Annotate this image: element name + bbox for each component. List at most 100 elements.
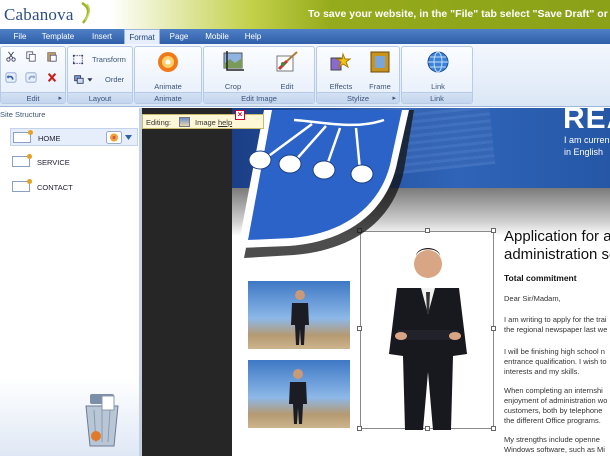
letter-line: entrance qualification. I wish to xyxy=(504,357,607,366)
effects-button[interactable]: Effects xyxy=(320,50,362,92)
photo-standing-man-1[interactable] xyxy=(248,281,350,349)
tab-insert[interactable]: Insert xyxy=(84,29,120,44)
tab-template[interactable]: Template xyxy=(38,29,78,44)
letter-line: enjoyment of administration wo xyxy=(504,396,608,405)
editing-indicator: Editing: Image help xyxy=(142,114,264,129)
edit-group: Edit ▸ xyxy=(0,46,66,104)
frame-button[interactable]: Frame xyxy=(359,50,401,92)
page-label: HOME xyxy=(38,134,61,143)
page-icon xyxy=(12,179,32,192)
edit-group-launcher-icon[interactable]: ▸ xyxy=(58,94,62,102)
resize-handle[interactable] xyxy=(425,426,430,431)
undo-icon[interactable] xyxy=(4,71,18,84)
copy-icon[interactable] xyxy=(24,50,38,63)
photo-standing-man-2[interactable] xyxy=(248,360,350,428)
order-label[interactable]: Order xyxy=(105,75,124,84)
link-group: Link Link xyxy=(401,46,473,104)
header-text-line: I am curren xyxy=(564,135,610,145)
resize-handle[interactable] xyxy=(425,228,430,233)
letter-line: the regional newspaper last we xyxy=(504,325,608,334)
animate-icon xyxy=(158,52,178,72)
logo-swirl-icon xyxy=(81,1,91,24)
page-icon xyxy=(12,154,32,167)
effects-icon xyxy=(330,52,352,71)
tab-help[interactable]: Help xyxy=(240,29,266,44)
tab-file[interactable]: File xyxy=(8,29,32,44)
letter-line: I am writing to apply for the trai xyxy=(504,315,607,324)
tab-mobile[interactable]: Mobile xyxy=(200,29,234,44)
edit-image-button[interactable]: Edit xyxy=(266,50,308,92)
animate-label: Animate xyxy=(154,82,182,91)
link-button[interactable]: Link xyxy=(417,50,459,92)
resize-handle[interactable] xyxy=(357,326,362,331)
page-item-home[interactable]: HOME xyxy=(10,128,138,146)
site-structure-panel: Site Structure HOME SERVICE CONTACT xyxy=(0,108,140,456)
save-hint-message: To save your website, in the "File" tab … xyxy=(308,8,610,20)
page-label: SERVICE xyxy=(37,158,70,167)
animate-group: Animate Animate xyxy=(134,46,202,104)
editing-image-label: Image xyxy=(195,118,216,127)
transform-label[interactable]: Transform xyxy=(92,55,126,64)
image-thumbnail-icon xyxy=(179,117,190,127)
tab-page[interactable]: Page xyxy=(164,29,194,44)
page-item-contact[interactable]: CONTACT xyxy=(10,178,138,196)
letter-greeting: Dear Sir/Madam, xyxy=(504,294,561,303)
crop-icon xyxy=(223,51,244,71)
businessman-portrait-icon xyxy=(389,248,467,430)
frame-icon xyxy=(370,51,390,73)
menu-bar: File Template Insert Format Page Mobile … xyxy=(0,29,610,44)
link-group-label: Link xyxy=(402,92,472,103)
effects-label: Effects xyxy=(329,82,353,91)
edit-image-group-label: Edit Image xyxy=(204,92,314,103)
letter-line: I will be finishing high school n xyxy=(504,347,605,356)
paste-icon[interactable] xyxy=(45,50,59,63)
app-logo: Cabanova xyxy=(4,5,74,24)
letter-line: the different Office programs. xyxy=(504,416,601,425)
animate-group-label: Animate xyxy=(135,92,201,103)
letter-line: My strengths include openne xyxy=(504,435,600,444)
trash-bin-icon[interactable] xyxy=(80,388,124,450)
page-icon xyxy=(13,130,33,143)
man-figure-icon xyxy=(289,369,307,424)
cut-icon[interactable] xyxy=(4,50,18,63)
transform-icon[interactable] xyxy=(71,53,85,66)
stylize-group-label: Stylize xyxy=(317,92,399,103)
order-icon[interactable] xyxy=(71,73,97,86)
letter-line: Windows software, such as Mi xyxy=(504,445,605,454)
letter-line: When completing an internshi xyxy=(504,386,603,395)
page-options-dropdown-icon[interactable] xyxy=(106,131,134,144)
resize-handle[interactable] xyxy=(491,228,496,233)
stylize-group: Effects Frame Stylize ▸ xyxy=(316,46,400,104)
resize-handle[interactable] xyxy=(491,326,496,331)
letter-line: interests and my skills. xyxy=(504,367,580,376)
edit-image-group: Crop Edit Edit Image xyxy=(203,46,315,104)
edit-image-label: Edit xyxy=(280,82,294,91)
link-globe-icon xyxy=(427,51,449,73)
page-label: CONTACT xyxy=(37,183,73,192)
help-link[interactable]: help xyxy=(218,118,232,127)
page-item-service[interactable]: SERVICE xyxy=(10,153,138,171)
letter-line: customers, both by telephone xyxy=(504,406,603,415)
header-text-line: in English xyxy=(564,147,604,157)
frame-label: Frame xyxy=(369,82,391,91)
site-logo-badge-icon[interactable] xyxy=(234,110,424,260)
letter-title: Application for a xyxy=(504,228,610,245)
editing-help: Image help xyxy=(195,118,232,127)
letter-title: administration se xyxy=(504,246,610,263)
tab-format[interactable]: Format xyxy=(124,29,160,44)
editing-label: Editing: xyxy=(146,118,172,127)
redo-icon[interactable] xyxy=(24,71,38,84)
man-figure-icon xyxy=(291,290,309,345)
layout-group-label: Layout xyxy=(68,92,132,103)
animate-button[interactable]: Animate xyxy=(147,50,189,92)
stylize-group-launcher-icon[interactable]: ▸ xyxy=(392,94,396,102)
site-structure-title: Site Structure xyxy=(0,110,46,119)
resize-handle[interactable] xyxy=(491,426,496,431)
crop-button[interactable]: Crop xyxy=(212,50,254,92)
header-heading: REA xyxy=(563,108,610,135)
resize-handle[interactable] xyxy=(357,426,362,431)
close-editing-icon[interactable]: × xyxy=(235,110,245,120)
selected-image-frame[interactable] xyxy=(360,231,494,430)
letter-subtitle: Total commitment xyxy=(504,273,577,283)
delete-icon[interactable] xyxy=(45,71,59,84)
